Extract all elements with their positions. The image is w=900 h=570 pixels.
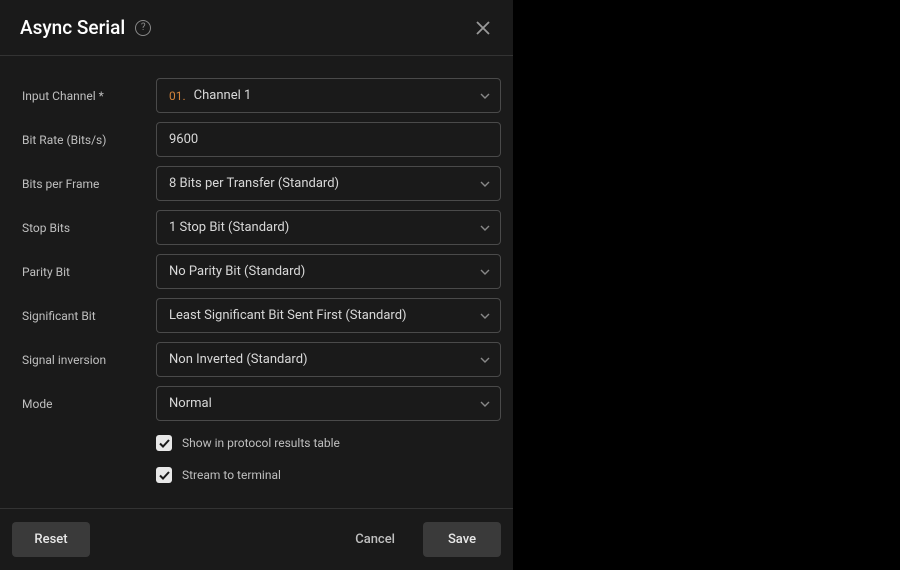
checkbox-stream-terminal[interactable]	[156, 467, 172, 483]
close-icon	[476, 21, 490, 35]
parity-bit-value: No Parity Bit (Standard)	[169, 264, 305, 279]
chevron-down-icon	[480, 93, 490, 99]
label-significant-bit: Significant Bit	[22, 309, 156, 323]
select-mode[interactable]: Normal	[156, 386, 501, 421]
save-button[interactable]: Save	[423, 522, 501, 557]
chevron-down-icon	[480, 225, 490, 231]
channel-prefix: 01.	[169, 89, 186, 103]
chevron-down-icon	[480, 181, 490, 187]
select-parity-bit[interactable]: No Parity Bit (Standard)	[156, 254, 501, 289]
checkbox-row-show-results: Show in protocol results table	[156, 435, 501, 451]
select-bits-per-frame[interactable]: 8 Bits per Transfer (Standard)	[156, 166, 501, 201]
label-mode: Mode	[22, 397, 156, 411]
label-bits-per-frame: Bits per Frame	[22, 177, 156, 191]
label-show-results[interactable]: Show in protocol results table	[182, 436, 340, 450]
dialog-header: Async Serial ?	[0, 0, 513, 56]
row-stop-bits: Stop Bits 1 Stop Bit (Standard)	[22, 210, 501, 245]
row-bits-per-frame: Bits per Frame 8 Bits per Transfer (Stan…	[22, 166, 501, 201]
select-stop-bits[interactable]: 1 Stop Bit (Standard)	[156, 210, 501, 245]
row-input-channel: Input Channel * 01. Channel 1	[22, 78, 501, 113]
row-signal-inversion: Signal inversion Non Inverted (Standard)	[22, 342, 501, 377]
reset-button[interactable]: Reset	[12, 522, 90, 557]
check-icon	[159, 471, 170, 480]
select-input-channel[interactable]: 01. Channel 1	[156, 78, 501, 113]
row-significant-bit: Significant Bit Least Significant Bit Se…	[22, 298, 501, 333]
chevron-down-icon	[480, 401, 490, 407]
row-bit-rate: Bit Rate (Bits/s)	[22, 122, 501, 157]
chevron-down-icon	[480, 357, 490, 363]
cancel-button[interactable]: Cancel	[335, 522, 415, 557]
signal-inversion-value: Non Inverted (Standard)	[169, 352, 308, 367]
channel-value: Channel 1	[194, 88, 252, 103]
chevron-down-icon	[480, 313, 490, 319]
row-mode: Mode Normal	[22, 386, 501, 421]
row-parity-bit: Parity Bit No Parity Bit (Standard)	[22, 254, 501, 289]
dialog-title: Async Serial	[20, 16, 125, 39]
label-stop-bits: Stop Bits	[22, 221, 156, 235]
checkbox-show-results[interactable]	[156, 435, 172, 451]
input-bit-rate[interactable]	[156, 122, 501, 157]
select-signal-inversion[interactable]: Non Inverted (Standard)	[156, 342, 501, 377]
label-signal-inversion: Signal inversion	[22, 353, 156, 367]
bits-per-frame-value: 8 Bits per Transfer (Standard)	[169, 176, 339, 191]
dialog-footer: Reset Cancel Save	[0, 508, 513, 570]
label-parity-bit: Parity Bit	[22, 265, 156, 279]
label-stream-terminal[interactable]: Stream to terminal	[182, 468, 281, 482]
help-icon[interactable]: ?	[135, 20, 151, 36]
label-bit-rate: Bit Rate (Bits/s)	[22, 133, 156, 147]
select-significant-bit[interactable]: Least Significant Bit Sent First (Standa…	[156, 298, 501, 333]
chevron-down-icon	[480, 269, 490, 275]
significant-bit-value: Least Significant Bit Sent First (Standa…	[169, 308, 407, 323]
checkbox-row-stream-terminal: Stream to terminal	[156, 467, 501, 483]
close-button[interactable]	[473, 18, 493, 38]
mode-value: Normal	[169, 396, 212, 411]
stop-bits-value: 1 Stop Bit (Standard)	[169, 220, 289, 235]
async-serial-dialog: Async Serial ? Input Channel * 01. Chann…	[0, 0, 513, 570]
dialog-body: Input Channel * 01. Channel 1 Bit Rate (…	[0, 56, 513, 508]
check-icon	[159, 439, 170, 448]
label-input-channel: Input Channel *	[22, 89, 156, 103]
